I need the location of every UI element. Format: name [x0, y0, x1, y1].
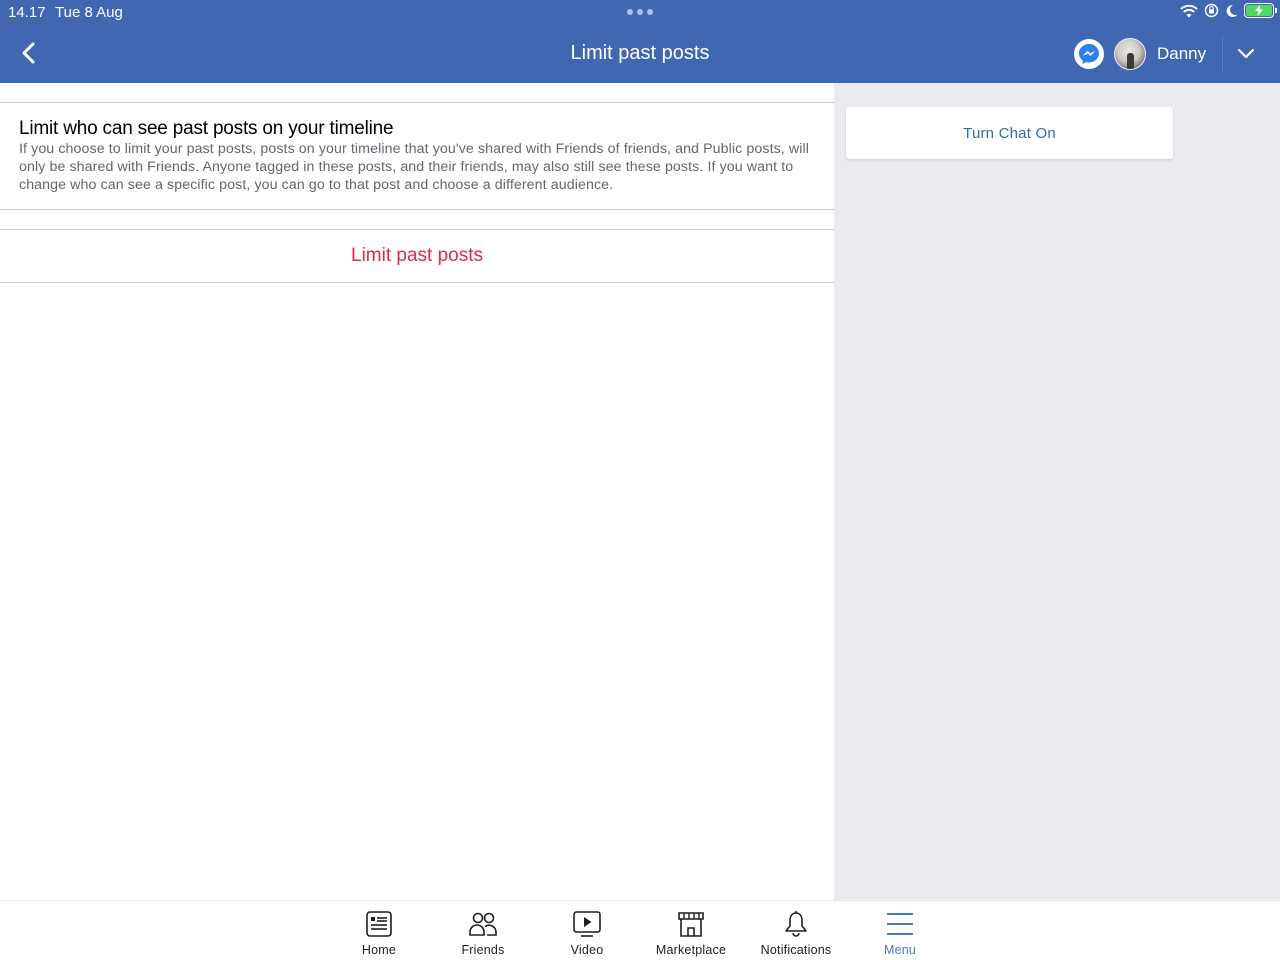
messenger-button[interactable]: [1074, 39, 1104, 69]
tab-label: Marketplace: [655, 943, 727, 957]
messenger-icon: [1079, 44, 1099, 64]
do-not-disturb-moon-icon: [1226, 4, 1238, 17]
bottom-tab-bar: Home Friends Video Marketplace Notificat…: [0, 900, 1280, 960]
right-sidebar: Turn Chat On: [834, 83, 1280, 900]
tab-label: Menu: [883, 943, 917, 957]
tab-notifications[interactable]: Notifications: [744, 901, 848, 960]
storefront-icon: [678, 912, 704, 937]
account-dropdown-button[interactable]: [1236, 44, 1256, 64]
multitasking-dots-icon[interactable]: [627, 9, 653, 15]
tab-menu[interactable]: Menu: [848, 901, 952, 960]
chevron-down-icon: [1237, 48, 1255, 59]
profile-name[interactable]: Danny: [1157, 44, 1206, 64]
turn-chat-on-label: Turn Chat On: [963, 124, 1056, 142]
status-time: 14.17: [8, 4, 46, 21]
battery-charging-icon: [1244, 3, 1277, 18]
tab-label: Friends: [461, 943, 505, 957]
section-description: If you choose to limit your past posts, …: [19, 141, 809, 193]
main-content: Limit who can see past posts on your tim…: [0, 83, 834, 900]
turn-chat-on-button[interactable]: Turn Chat On: [846, 107, 1173, 159]
limit-past-posts-button[interactable]: Limit past posts: [0, 229, 834, 283]
nav-divider: [1222, 36, 1223, 72]
tab-label: Home: [361, 943, 397, 957]
page-title: Limit past posts: [570, 42, 710, 64]
status-date: Tue 8 Aug: [55, 4, 123, 21]
tab-home[interactable]: Home: [327, 901, 431, 960]
video-play-icon: [573, 911, 601, 937]
limit-past-posts-section: Limit who can see past posts on your tim…: [0, 102, 834, 210]
tab-video[interactable]: Video: [535, 901, 639, 960]
rotation-lock-icon: [1204, 3, 1219, 18]
status-icons: [1180, 3, 1277, 18]
tab-label: Notifications: [760, 943, 832, 957]
section-title: Limit who can see past posts on your tim…: [19, 118, 394, 139]
friends-icon: [469, 912, 497, 936]
news-feed-icon: [366, 911, 392, 937]
tab-marketplace[interactable]: Marketplace: [639, 901, 743, 960]
chevron-left-icon: [22, 42, 35, 64]
tab-friends[interactable]: Friends: [431, 901, 535, 960]
limit-past-posts-label: Limit past posts: [351, 245, 483, 266]
avatar[interactable]: [1114, 38, 1146, 70]
bell-icon: [785, 911, 807, 937]
tab-label: Video: [570, 943, 604, 957]
wifi-icon: [1180, 4, 1198, 17]
top-bar: 14.17 Tue 8 Aug Limit past posts Danny: [0, 0, 1280, 83]
back-button[interactable]: [16, 40, 42, 66]
hamburger-menu-icon: [887, 913, 913, 935]
